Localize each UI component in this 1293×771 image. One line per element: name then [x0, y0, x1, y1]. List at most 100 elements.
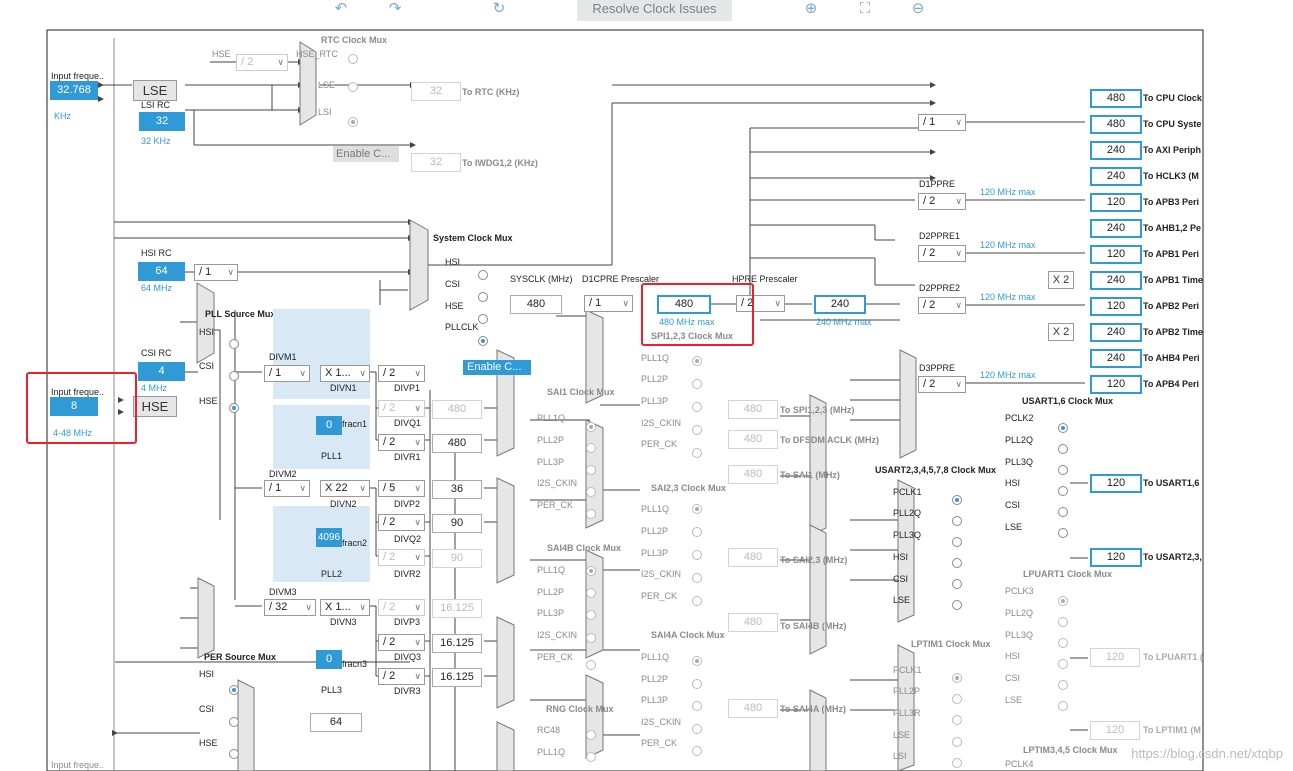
rng-radio-1[interactable]: [586, 752, 596, 762]
sai23-radio-4[interactable]: [692, 596, 702, 606]
lpuart-radio-1[interactable]: [1058, 617, 1068, 627]
sai4b-radio-2[interactable]: [586, 610, 596, 620]
lpuart-radio-0[interactable]: [1058, 596, 1068, 606]
divr2-select[interactable]: / 2: [378, 549, 425, 566]
pll-source-radio-csi[interactable]: [229, 371, 239, 381]
divq3-select[interactable]: / 2: [378, 634, 425, 651]
divq1-label: DIVQ1: [394, 418, 422, 428]
divm1-select[interactable]: / 1: [264, 365, 310, 382]
spi-radio-3[interactable]: [692, 425, 702, 435]
d2ppre2-select[interactable]: / 2: [918, 297, 966, 314]
divp3-select[interactable]: / 2: [378, 599, 425, 616]
lptim1-radio-1[interactable]: [952, 694, 962, 704]
sai4a-radio-3[interactable]: [692, 724, 702, 734]
fracn3-field[interactable]: 0: [316, 650, 342, 669]
hsi-divider-select[interactable]: / 1: [194, 264, 238, 281]
lpuart-radio-2[interactable]: [1058, 638, 1068, 648]
lptim1-radio-4[interactable]: [952, 758, 962, 768]
per-radio-csi[interactable]: [229, 717, 239, 727]
divr3-value: 16.125: [432, 668, 482, 687]
d1cpre-select[interactable]: / 1: [584, 295, 633, 312]
usart16-radio-4[interactable]: [1058, 507, 1068, 517]
rng-radio-0[interactable]: [586, 730, 596, 740]
spi-radio-0[interactable]: [692, 356, 702, 366]
enable-css-lse-button[interactable]: Enable C...: [333, 146, 399, 162]
usart16-radio-1[interactable]: [1058, 444, 1068, 454]
usart16-radio-2[interactable]: [1058, 465, 1068, 475]
per-radio-hse[interactable]: [229, 749, 239, 759]
sai4a-radio-1[interactable]: [692, 679, 702, 689]
divn2-select[interactable]: X 22: [320, 480, 370, 497]
sai4a-radio-0[interactable]: [692, 656, 702, 666]
enable-css-hse-button[interactable]: Enable C...: [463, 360, 531, 375]
divp2-select[interactable]: / 5: [378, 480, 425, 497]
lptim1-radio-2[interactable]: [952, 715, 962, 725]
sai1-radio-2[interactable]: [586, 465, 596, 475]
usart2-radio-1[interactable]: [952, 516, 962, 526]
sai23-mux-title: SAI2,3 Clock Mux: [651, 483, 727, 493]
cpu-systick-divider-select[interactable]: / 1: [918, 114, 966, 131]
lptim1-radio-0[interactable]: [952, 673, 962, 683]
usart2-radio-0[interactable]: [952, 495, 962, 505]
sai1-radio-0[interactable]: [586, 422, 596, 432]
usart16-radio-5[interactable]: [1058, 528, 1068, 538]
usart16-radio-3[interactable]: [1058, 486, 1068, 496]
spi-radio-4[interactable]: [692, 448, 702, 458]
iwdg-output-label: To IWDG1,2 (KHz): [462, 158, 538, 168]
usart2-radio-4[interactable]: [952, 579, 962, 589]
spi-radio-2[interactable]: [692, 402, 702, 412]
usart2-radio-2[interactable]: [952, 537, 962, 547]
sysmux-radio-pllclk[interactable]: [478, 336, 488, 346]
lptim1-radio-3[interactable]: [952, 737, 962, 747]
divq1-select[interactable]: / 2: [378, 400, 425, 417]
divn1-select[interactable]: X 1...: [320, 365, 370, 382]
sai4b-radio-3[interactable]: [586, 633, 596, 643]
divp1-select[interactable]: / 2: [378, 365, 425, 382]
hse-button[interactable]: HSE: [133, 396, 177, 417]
lpuart-radio-5[interactable]: [1058, 701, 1068, 711]
rtc-radio-lsi[interactable]: [348, 117, 358, 127]
sai4b-radio-4[interactable]: [586, 660, 596, 670]
per-radio-hsi[interactable]: [229, 685, 239, 695]
lpuart-radio-3[interactable]: [1058, 659, 1068, 669]
usart16-radio-0[interactable]: [1058, 423, 1068, 433]
sai23-radio-0[interactable]: [692, 504, 702, 514]
sai4b-radio-0[interactable]: [586, 566, 596, 576]
sai4b-radio-1[interactable]: [586, 588, 596, 598]
sai23-radio-1[interactable]: [692, 527, 702, 537]
d1ppre-select[interactable]: / 2: [918, 193, 966, 210]
d2ppre1-select[interactable]: / 2: [918, 245, 966, 262]
pll-source-radio-hse[interactable]: [229, 403, 239, 413]
divr3-select[interactable]: / 2: [378, 668, 425, 685]
sysmux-radio-csi[interactable]: [478, 292, 488, 302]
sysmux-radio-hsi[interactable]: [478, 270, 488, 280]
pll-source-radio-hsi[interactable]: [229, 339, 239, 349]
divq2-select[interactable]: / 2: [378, 514, 425, 531]
sai1-radio-1[interactable]: [586, 443, 596, 453]
lse-button[interactable]: LSE: [133, 80, 177, 101]
sai4a-radio-4[interactable]: [692, 746, 702, 756]
spi-radio-1[interactable]: [692, 379, 702, 389]
sai1-radio-3[interactable]: [586, 487, 596, 497]
fracn2-field[interactable]: 4096: [316, 528, 342, 547]
pll-source-in-hse: HSE: [199, 396, 218, 406]
rtc-radio-hse[interactable]: [348, 54, 358, 64]
sai23-radio-2[interactable]: [692, 550, 702, 560]
sai4a-radio-2[interactable]: [692, 701, 702, 711]
divr1-select[interactable]: / 2: [378, 434, 425, 451]
divm2-select[interactable]: / 1: [264, 480, 310, 497]
lse-input-freq-field[interactable]: 32.768: [50, 81, 98, 100]
sai1-radio-4[interactable]: [586, 509, 596, 519]
lpuart-radio-4[interactable]: [1058, 680, 1068, 690]
usart2-radio-3[interactable]: [952, 558, 962, 568]
divn3-select[interactable]: X 1...: [320, 599, 370, 616]
d3ppre-select[interactable]: / 2: [918, 376, 966, 393]
fracn1-field[interactable]: 0: [316, 416, 342, 435]
divm3-select[interactable]: / 32: [264, 599, 316, 616]
sai23-radio-3[interactable]: [692, 573, 702, 583]
sysmux-radio-hse[interactable]: [478, 314, 488, 324]
rtc-hse-divider-select[interactable]: / 2: [236, 54, 288, 71]
usart2-radio-5[interactable]: [952, 600, 962, 610]
rtc-radio-lse[interactable]: [348, 82, 358, 92]
divp2-value: 36: [432, 480, 482, 499]
